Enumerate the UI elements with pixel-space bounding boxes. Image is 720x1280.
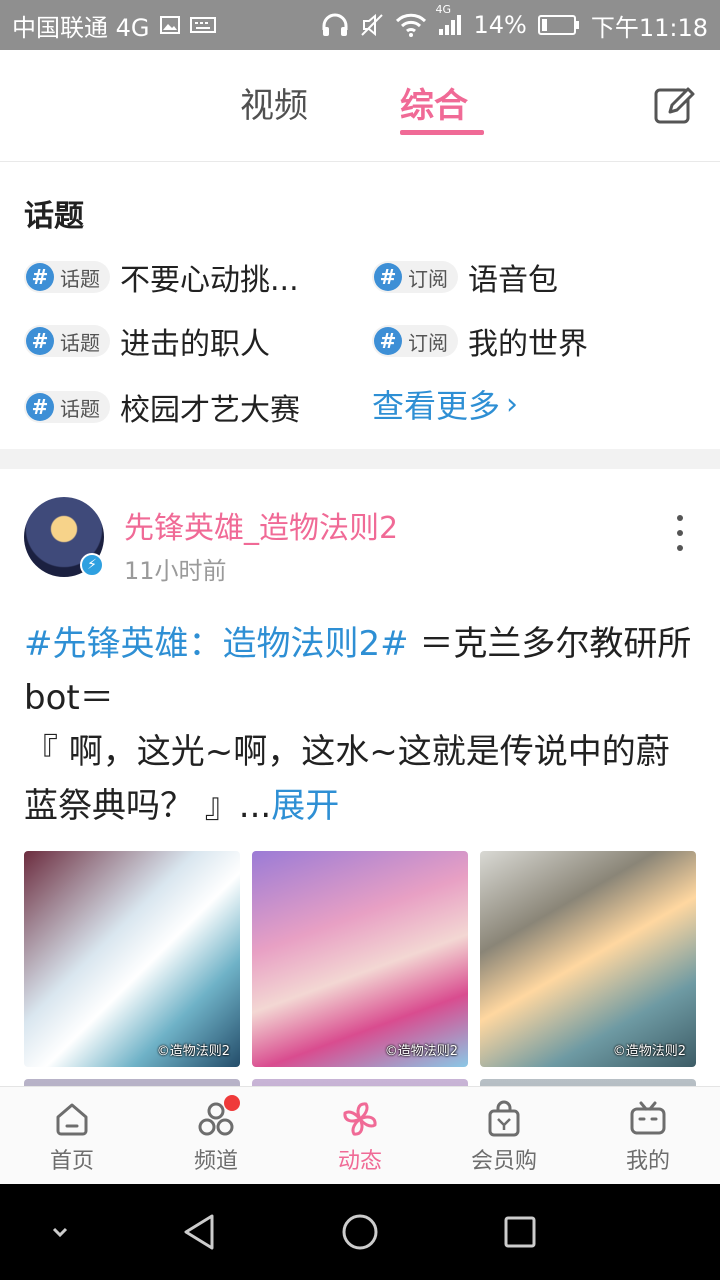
hash-icon: #	[374, 263, 402, 291]
section-divider	[0, 449, 720, 469]
topic-name: 不要心动挑...	[120, 263, 299, 298]
feed-post: ⚡ 先锋英雄_造物法则2 11小时前 #先锋英雄：造物法则2# ＝克兰多尔教研所…	[0, 469, 720, 1280]
topic-item[interactable]: # 话题 进击的职人	[24, 319, 270, 363]
topics-title: 话题	[24, 199, 84, 234]
verified-badge-icon: ⚡	[80, 553, 104, 577]
nav-label: 频道	[193, 1149, 238, 1174]
shopping-bag-icon	[488, 1100, 520, 1137]
topic-item[interactable]: # 话题 不要心动挑...	[24, 255, 299, 299]
nav-dynamics[interactable]: 动态	[288, 1087, 432, 1184]
clock: 下午11:18	[590, 13, 708, 42]
topic-tag: 话题	[60, 396, 100, 421]
image-watermark: ©造物法则2	[156, 1044, 230, 1059]
hash-icon: #	[26, 393, 54, 421]
post-time: 11小时前	[124, 557, 227, 585]
battery-percent: 14%	[473, 11, 527, 39]
topic-name: 语音包	[468, 263, 558, 298]
hash-icon: #	[374, 327, 402, 355]
chevron-down-icon	[52, 1227, 68, 1238]
tab-video[interactable]: 视频	[240, 78, 308, 127]
home-button[interactable]	[340, 1212, 380, 1252]
post-hashtag[interactable]: #先锋英雄：造物法则2#	[24, 624, 409, 664]
topic-tag: 话题	[60, 266, 100, 291]
status-bar: 中国联通 4G 4G 14% 下午11:18	[0, 0, 720, 50]
hide-nav-button[interactable]	[40, 1212, 80, 1252]
nav-label: 首页	[49, 1149, 94, 1174]
system-nav-bar	[0, 1184, 720, 1280]
image-notification-icon	[158, 13, 182, 37]
mute-icon	[359, 12, 385, 38]
carrier-label: 中国联通 4G	[12, 13, 150, 42]
topics-section: 话题 # 话题 不要心动挑... # 订阅 语音包 # 话题 进击的职人 # 订…	[0, 163, 720, 449]
post-image[interactable]: ©造物法则2	[252, 851, 468, 1067]
topic-badge: # 话题	[24, 391, 110, 423]
battery-icon	[537, 13, 581, 37]
nav-label: 动态	[337, 1149, 382, 1174]
topic-name: 校园才艺大赛	[120, 393, 300, 428]
topic-item[interactable]: # 订阅 我的世界	[372, 319, 588, 363]
compose-button[interactable]	[652, 84, 696, 128]
hash-icon: #	[26, 263, 54, 291]
image-watermark: ©造物法则2	[612, 1044, 686, 1059]
topic-item[interactable]: # 订阅 语音包	[372, 255, 558, 299]
nav-home[interactable]: 首页	[0, 1087, 144, 1184]
tv-icon	[630, 1101, 666, 1135]
topic-badge: # 订阅	[372, 261, 458, 293]
nav-channel[interactable]: 频道	[144, 1087, 288, 1184]
chevron-right-icon: ›	[506, 386, 519, 422]
top-tab-bar: 视频 综合	[0, 50, 720, 162]
post-text: #先锋英雄：造物法则2# ＝克兰多尔教研所bot＝ 『 啊，这光~啊，这水~这就…	[24, 617, 700, 833]
keyboard-notification-icon	[189, 16, 216, 34]
home-circle-icon	[342, 1214, 378, 1250]
bottom-nav: 首页 频道 动态 会员购 我的	[0, 1086, 720, 1184]
expand-link[interactable]: 展开	[271, 786, 339, 826]
topic-name: 我的世界	[468, 327, 588, 362]
network-type-label: 4G	[435, 3, 452, 16]
topic-badge: # 话题	[24, 325, 110, 357]
nav-mine[interactable]: 我的	[576, 1087, 720, 1184]
topic-tag: 话题	[60, 330, 100, 355]
home-icon	[56, 1103, 88, 1136]
headphones-icon	[321, 12, 349, 38]
nav-label: 会员购	[470, 1149, 537, 1174]
wifi-icon	[395, 13, 427, 37]
image-watermark: ©造物法则2	[384, 1044, 458, 1059]
hash-icon: #	[26, 327, 54, 355]
recents-square-icon	[504, 1216, 536, 1248]
active-tab-indicator	[400, 130, 484, 135]
topic-tag: 订阅	[408, 330, 448, 355]
post-author[interactable]: 先锋英雄_造物法则2	[124, 503, 398, 547]
view-more-label: 查看更多	[372, 387, 501, 425]
recents-button[interactable]	[500, 1212, 540, 1252]
post-image[interactable]: ©造物法则2	[480, 851, 696, 1067]
back-button[interactable]	[180, 1212, 220, 1252]
topic-badge: # 订阅	[372, 325, 458, 357]
post-image[interactable]: ©造物法则2	[24, 851, 240, 1067]
nav-shop[interactable]: 会员购	[432, 1087, 576, 1184]
tab-general[interactable]: 综合	[400, 78, 468, 127]
topic-item[interactable]: # 话题 校园才艺大赛	[24, 385, 300, 429]
nav-label: 我的	[625, 1149, 670, 1174]
topic-name: 进击的职人	[120, 327, 270, 362]
notification-dot	[224, 1095, 240, 1111]
signal-icon: 4G	[435, 3, 463, 37]
more-options-icon[interactable]	[670, 515, 690, 551]
topic-tag: 订阅	[408, 266, 448, 291]
back-triangle-icon	[184, 1214, 214, 1250]
pinwheel-icon	[343, 1102, 377, 1136]
edit-icon	[654, 87, 695, 124]
topic-badge: # 话题	[24, 261, 110, 293]
post-text-line2: 『 啊，这光~啊，这水~这就是传说中的蔚蓝祭典吗？ 』...	[24, 732, 670, 826]
view-more-link[interactable]: 查看更多 ›	[372, 381, 518, 427]
